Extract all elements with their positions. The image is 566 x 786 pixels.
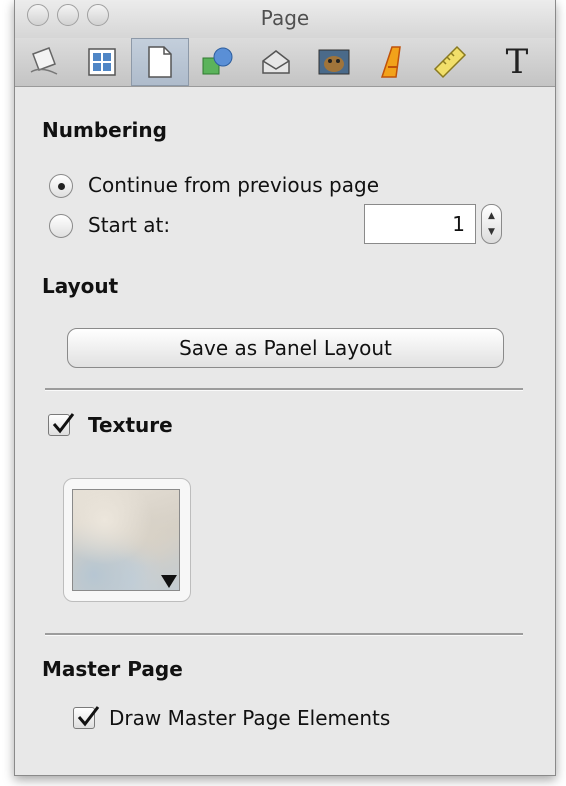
shapes-icon bbox=[202, 47, 233, 75]
image-inspector-tab[interactable] bbox=[305, 38, 363, 86]
stroke-inspector-tab[interactable] bbox=[247, 38, 305, 86]
master-page-heading: Master Page bbox=[42, 657, 183, 681]
draw-master-elements-checkbox[interactable] bbox=[73, 706, 100, 729]
start-at-label[interactable]: Start at: bbox=[88, 213, 170, 237]
layout-inspector-tab[interactable] bbox=[73, 38, 131, 86]
text-icon: T bbox=[505, 42, 529, 82]
start-at-field[interactable]: 1 bbox=[364, 204, 476, 244]
text-inspector-tab[interactable] bbox=[363, 38, 421, 86]
image-icon bbox=[318, 49, 350, 75]
divider bbox=[45, 633, 523, 636]
stroke-fill-icon bbox=[262, 50, 290, 74]
start-at-stepper[interactable]: ▲ ▼ bbox=[481, 204, 502, 244]
dropdown-arrow-icon[interactable] bbox=[161, 575, 177, 588]
metrics-inspector-tab[interactable] bbox=[421, 38, 479, 86]
text-style-icon bbox=[380, 46, 401, 78]
stepper-up-icon[interactable]: ▲ bbox=[482, 211, 501, 221]
inspector-content: Numbering Continue from previous page St… bbox=[15, 87, 555, 775]
ruler-icon bbox=[433, 45, 467, 79]
page-inspector-tab[interactable] bbox=[131, 38, 189, 86]
stepper-down-icon[interactable]: ▼ bbox=[482, 227, 501, 237]
continue-label[interactable]: Continue from previous page bbox=[88, 173, 379, 197]
title-bar[interactable]: Page bbox=[15, 0, 555, 38]
texture-checkbox[interactable] bbox=[48, 413, 75, 436]
graphic-inspector-tab[interactable] bbox=[189, 38, 247, 86]
texture-label[interactable]: Texture bbox=[88, 413, 173, 437]
continue-radio[interactable] bbox=[49, 174, 73, 198]
numbering-heading: Numbering bbox=[42, 118, 167, 142]
layout-heading: Layout bbox=[42, 274, 119, 298]
window-title: Page bbox=[260, 6, 310, 30]
draw-master-elements-label[interactable]: Draw Master Page Elements bbox=[109, 706, 390, 730]
document-inspector-tab[interactable] bbox=[15, 38, 73, 86]
page-inspector-window: Page T Numbering Continue from previous … bbox=[14, 0, 556, 776]
start-at-radio[interactable] bbox=[49, 214, 73, 238]
checkmark-icon bbox=[52, 413, 75, 434]
inspector-toolbar: T bbox=[15, 38, 555, 87]
checkmark-icon bbox=[77, 706, 100, 727]
texture-swatch[interactable] bbox=[72, 489, 180, 591]
divider bbox=[45, 388, 523, 391]
save-panel-layout-button[interactable]: Save as Panel Layout bbox=[67, 328, 504, 368]
layout-grid-icon bbox=[88, 48, 116, 76]
font-inspector-tab[interactable]: T bbox=[479, 38, 555, 86]
texture-well[interactable] bbox=[63, 478, 191, 602]
page-icon bbox=[148, 46, 172, 78]
document-inspector-icon bbox=[30, 47, 58, 75]
